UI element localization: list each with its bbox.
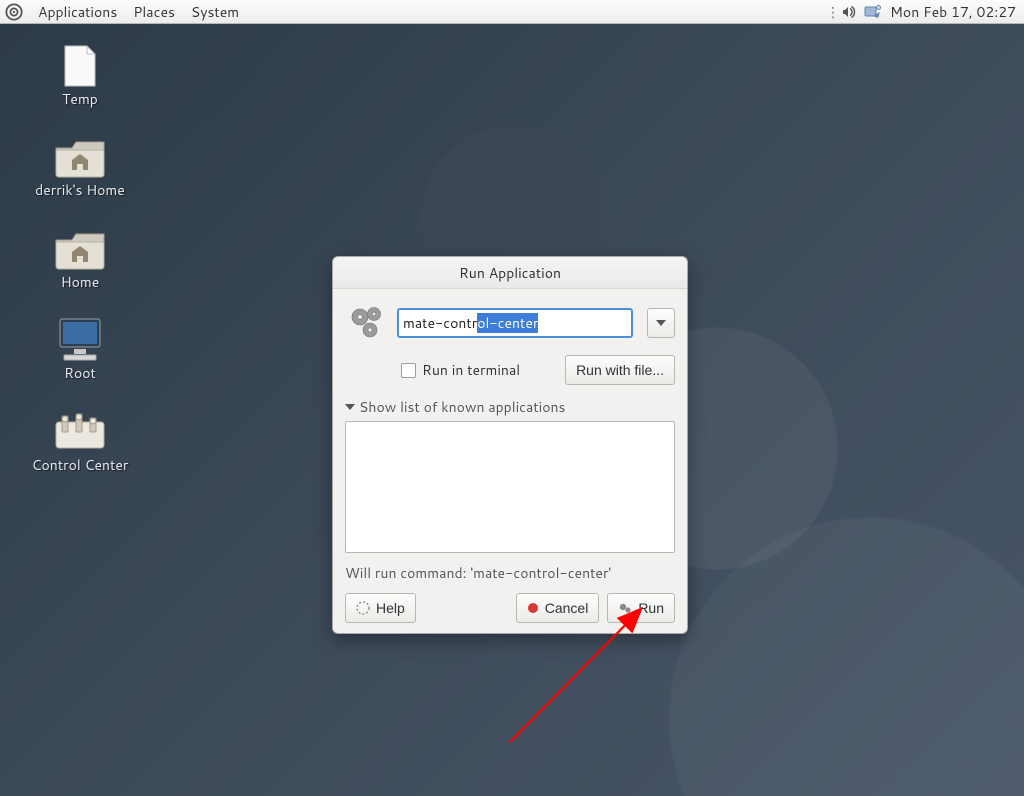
- desktop-icon-label: Root: [64, 366, 96, 381]
- distro-logo-icon[interactable]: [2, 0, 26, 24]
- desktop-icons: Temp derrik's Home Home Root Control Cen…: [20, 44, 140, 473]
- desktop-icon-temp[interactable]: Temp: [20, 44, 140, 107]
- triangle-down-icon: [345, 402, 355, 412]
- command-typed-text: mate-contr: [403, 313, 477, 333]
- button-label: Run with file...: [576, 362, 664, 378]
- checkbox-icon: [401, 363, 416, 378]
- menu-applications[interactable]: Applications: [30, 0, 125, 24]
- command-history-dropdown[interactable]: [647, 308, 675, 338]
- computer-icon: [54, 318, 106, 362]
- button-label: Cancel: [545, 600, 589, 616]
- panel-clock[interactable]: Mon Feb 17, 02:27: [884, 0, 1024, 24]
- button-label: Run: [638, 600, 664, 616]
- dialog-title: Run Application: [333, 257, 687, 289]
- desktop-icon-root[interactable]: Root: [20, 318, 140, 381]
- desktop-icon-label: derrik's Home: [35, 183, 125, 198]
- command-input[interactable]: mate-control-center: [397, 308, 633, 338]
- cancel-icon: [527, 602, 539, 614]
- tray-separator-icon: ⋮: [830, 2, 836, 22]
- run-button[interactable]: Run: [607, 593, 675, 623]
- gears-small-icon: [618, 601, 632, 615]
- command-autocomplete-selection: ol-center: [477, 313, 538, 333]
- control-panel-icon: [54, 410, 106, 454]
- button-label: Help: [376, 600, 405, 616]
- desktop-icon-control-center[interactable]: Control Center: [20, 410, 140, 473]
- run-application-dialog: Run Application mate-control-center: [332, 256, 688, 634]
- known-applications-list[interactable]: [345, 421, 675, 553]
- dialog-body: mate-control-center Run in terminal Run …: [333, 289, 687, 633]
- help-icon: [356, 601, 370, 615]
- file-icon: [54, 44, 106, 88]
- home-folder-icon: [54, 227, 106, 271]
- help-button[interactable]: Help: [345, 593, 416, 623]
- cancel-button[interactable]: Cancel: [516, 593, 600, 623]
- top-panel: Applications Places System ⋮ Mon Feb 17,…: [0, 0, 1024, 24]
- run-in-terminal-checkbox[interactable]: Run in terminal: [401, 360, 520, 380]
- status-text: Will run command: 'mate-control-center': [345, 563, 675, 583]
- gears-icon: [345, 301, 389, 345]
- desktop-icon-derriks-home[interactable]: derrik's Home: [20, 135, 140, 198]
- checkbox-label: Run in terminal: [422, 360, 520, 380]
- desktop-icon-label: Temp: [62, 92, 98, 107]
- expander-label: Show list of known applications: [359, 397, 565, 417]
- volume-icon[interactable]: [838, 0, 860, 24]
- desktop-icon-label: Control Center: [32, 458, 129, 473]
- network-icon[interactable]: [862, 0, 884, 24]
- panel-tray: ⋮: [830, 0, 884, 24]
- home-folder-icon: [54, 135, 106, 179]
- desktop-icon-label: Home: [61, 275, 100, 290]
- desktop-icon-home[interactable]: Home: [20, 227, 140, 290]
- run-with-file-button[interactable]: Run with file...: [565, 355, 675, 385]
- menu-system[interactable]: System: [183, 0, 247, 24]
- known-applications-expander[interactable]: Show list of known applications: [345, 397, 675, 417]
- menu-places[interactable]: Places: [125, 0, 183, 24]
